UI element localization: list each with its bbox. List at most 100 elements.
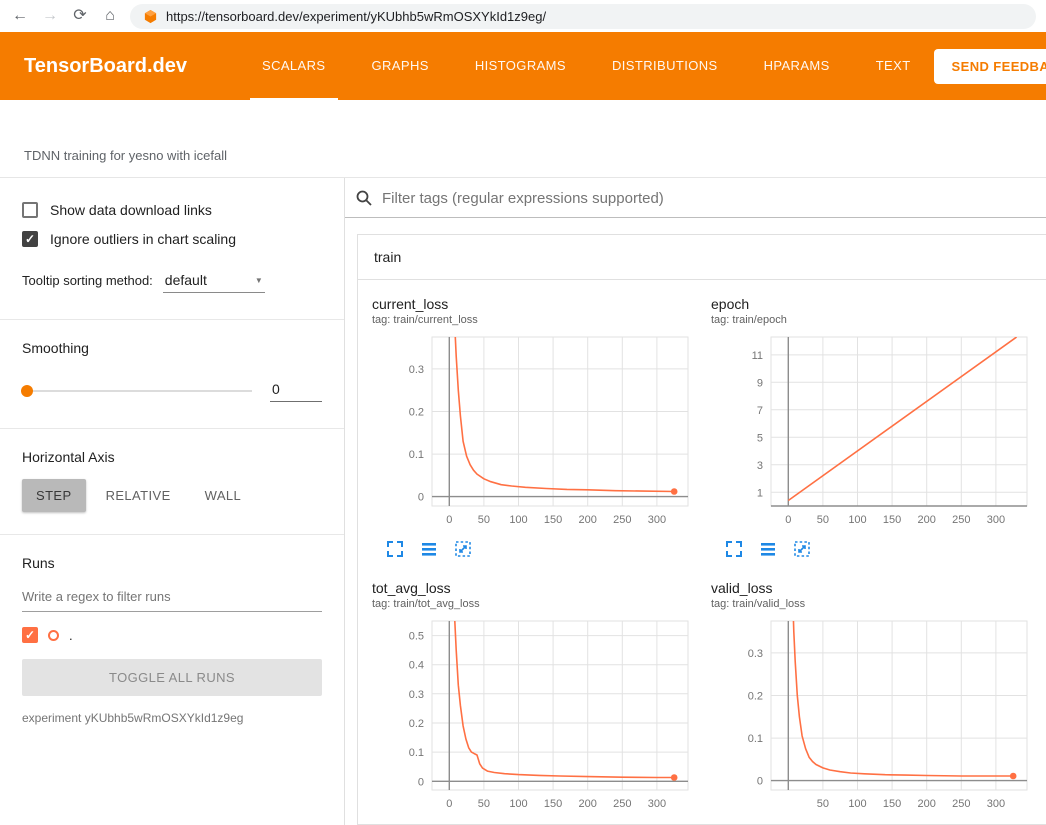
checkbox-unchecked-icon[interactable] [22, 202, 38, 218]
nav-tabs: SCALARS GRAPHS HISTOGRAMS DISTRIBUTIONS … [239, 32, 934, 100]
experiment-description-bar: TDNN training for yesno with icefall [0, 100, 1046, 178]
svg-text:100: 100 [848, 798, 866, 810]
smoothing-label: Smoothing [22, 340, 322, 356]
main-panel: train current_loss tag: train/current_lo… [345, 178, 1046, 825]
svg-text:250: 250 [952, 514, 970, 526]
line-chart[interactable]: 0 50 100 150 200 250 300 0 0.1 0.2 0.3 0.4 0.5 [372, 616, 705, 821]
tab-histograms[interactable]: HISTOGRAMS [463, 32, 578, 100]
svg-text:7: 7 [757, 405, 763, 417]
home-icon[interactable]: ⌂ [100, 8, 120, 24]
refresh-icon[interactable]: ⟳ [70, 8, 90, 24]
charts-grid: current_loss tag: train/current_loss 050… [358, 280, 1046, 825]
svg-text:250: 250 [952, 798, 970, 810]
svg-text:150: 150 [544, 514, 562, 526]
runs-filter-input[interactable] [22, 583, 322, 612]
svg-text:100: 100 [509, 798, 527, 810]
address-bar[interactable]: https://tensorboard.dev/experiment/yKUbh… [130, 4, 1036, 29]
chart-toolbar [725, 540, 1044, 558]
run-item[interactable]: ✓ . [22, 627, 322, 643]
expand-chart-button[interactable] [386, 540, 404, 558]
chart-title: tot_avg_loss [372, 580, 705, 596]
svg-text:100: 100 [848, 514, 866, 526]
axis-relative-button[interactable]: RELATIVE [92, 479, 185, 512]
screen: ← → ⟳ ⌂ https://tensorboard.dev/experime… [0, 0, 1046, 825]
show-download-links-label: Show data download links [50, 202, 212, 218]
toggle-all-runs-button[interactable]: TOGGLE ALL RUNS [22, 659, 322, 696]
send-feedback-button[interactable]: SEND FEEDBACK [934, 49, 1046, 84]
tab-distributions[interactable]: DISTRIBUTIONS [600, 32, 730, 100]
svg-text:300: 300 [648, 514, 666, 526]
line-chart[interactable]: 0501001502002503001357911 [711, 332, 1044, 537]
run-name: . [69, 628, 73, 643]
run-checkbox[interactable]: ✓ [22, 627, 38, 643]
tag-filter-input[interactable] [382, 190, 1042, 207]
log-y-axis-button[interactable] [759, 540, 777, 558]
tooltip-sorting-select[interactable]: default ▼ [163, 271, 265, 293]
svg-text:300: 300 [648, 798, 666, 810]
slider-thumb[interactable] [21, 385, 33, 397]
svg-text:0.2: 0.2 [409, 407, 424, 419]
svg-text:5: 5 [757, 432, 763, 444]
chart-title: valid_loss [711, 580, 1044, 596]
tab-text[interactable]: TEXT [864, 32, 923, 100]
svg-text:0.4: 0.4 [409, 660, 424, 672]
group-title[interactable]: train [358, 235, 1046, 280]
chart-card-valid-loss: valid_loss tag: train/valid_loss 5010015… [711, 580, 1044, 825]
svg-text:200: 200 [918, 798, 936, 810]
log-y-axis-icon [759, 540, 777, 558]
run-group-card: train current_loss tag: train/current_lo… [357, 234, 1046, 825]
tag-filter-row [345, 178, 1046, 218]
content: Show data download links ✓ Ignore outlie… [0, 178, 1046, 825]
svg-text:200: 200 [579, 798, 597, 810]
svg-text:0: 0 [446, 798, 452, 810]
show-download-links-row[interactable]: Show data download links [22, 202, 322, 218]
fullscreen-icon [725, 540, 743, 558]
tensorboard-favicon [143, 9, 158, 24]
horizontal-axis-buttons: STEP RELATIVE WALL [22, 479, 322, 512]
svg-text:0.1: 0.1 [409, 747, 424, 759]
tab-hparams[interactable]: HPARAMS [752, 32, 842, 100]
checkbox-checked-icon[interactable]: ✓ [22, 231, 38, 247]
svg-text:3: 3 [757, 460, 763, 472]
svg-text:0.2: 0.2 [748, 691, 763, 703]
log-y-axis-button[interactable] [420, 540, 438, 558]
line-chart[interactable]: 5010015020025030000.10.20.3 [711, 616, 1044, 821]
svg-text:150: 150 [544, 798, 562, 810]
forward-icon[interactable]: → [40, 8, 60, 24]
smoothing-value[interactable]: 0 [270, 380, 322, 402]
svg-text:0.3: 0.3 [748, 648, 763, 660]
smoothing-slider[interactable] [22, 390, 252, 392]
svg-text:0: 0 [418, 776, 424, 788]
chart-card-current-loss: current_loss tag: train/current_loss 050… [372, 296, 705, 558]
svg-text:150: 150 [883, 798, 901, 810]
tab-scalars[interactable]: SCALARS [250, 32, 338, 100]
app-logo[interactable]: TensorBoard.dev [24, 55, 187, 78]
expand-chart-button[interactable] [725, 540, 743, 558]
app-header: TensorBoard.dev SCALARS GRAPHS HISTOGRAM… [0, 32, 1046, 100]
svg-text:50: 50 [478, 798, 490, 810]
svg-text:0: 0 [757, 776, 763, 788]
fit-data-button[interactable] [454, 540, 472, 558]
axis-step-button[interactable]: STEP [22, 479, 86, 512]
tab-graphs[interactable]: GRAPHS [360, 32, 441, 100]
svg-text:9: 9 [757, 377, 763, 389]
svg-text:0.3: 0.3 [409, 689, 424, 701]
svg-text:250: 250 [613, 798, 631, 810]
svg-text:0.5: 0.5 [409, 631, 424, 643]
axis-wall-button[interactable]: WALL [191, 479, 256, 512]
svg-text:300: 300 [987, 798, 1005, 810]
back-icon[interactable]: ← [10, 8, 30, 24]
run-color-swatch [48, 630, 59, 641]
svg-text:50: 50 [817, 798, 829, 810]
line-chart[interactable]: 05010015020025030000.10.20.3 [372, 332, 705, 537]
ignore-outliers-row[interactable]: ✓ Ignore outliers in chart scaling [22, 231, 322, 247]
svg-text:0.2: 0.2 [409, 718, 424, 730]
fit-data-button[interactable] [793, 540, 811, 558]
chart-card-tot-avg-loss: tot_avg_loss tag: train/tot_avg_loss 050… [372, 580, 705, 825]
svg-text:50: 50 [817, 514, 829, 526]
smoothing-row: 0 [22, 380, 322, 402]
svg-text:0.3: 0.3 [409, 364, 424, 376]
svg-text:300: 300 [987, 514, 1005, 526]
svg-text:0.1: 0.1 [409, 449, 424, 461]
fit-data-icon [454, 540, 472, 558]
